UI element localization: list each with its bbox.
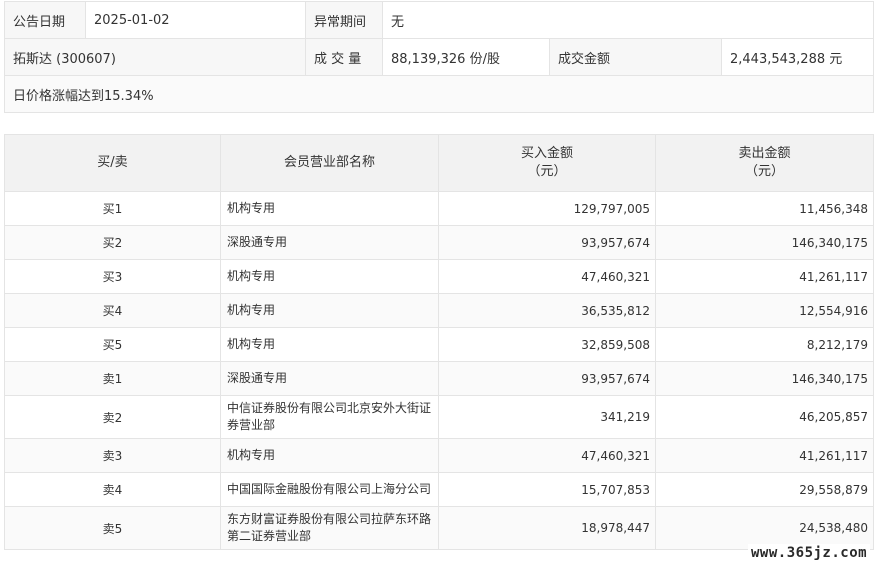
table-row: 卖1 深股通专用 93,957,674 146,340,175 [4,361,874,396]
row-buy-amount: 36,535,812 [438,293,656,328]
broker-trades-table: 买/卖 会员营业部名称 买入金额 （元） 卖出金额 （元） 买1 机构专用 12… [4,134,874,550]
notice-row-reason: 日价格涨幅达到15.34% [3,75,875,113]
table-row: 买3 机构专用 47,460,321 41,261,117 [4,259,874,294]
table-row: 卖3 机构专用 47,460,321 41,261,117 [4,438,874,473]
notice-row-volume: 拓斯达 (300607) 成 交 量 88,139,326 份/股 成交金额 2… [4,38,875,76]
row-buy-amount: 15,707,853 [438,472,656,507]
stock-name: 拓斯达 (300607) [4,38,306,76]
row-sell-amount: 11,456,348 [655,191,874,226]
table-header-row: 买/卖 会员营业部名称 买入金额 （元） 卖出金额 （元） [4,134,874,192]
row-sell-amount: 8,212,179 [655,327,874,362]
row-side: 卖2 [4,395,221,439]
abnormal-reason: 日价格涨幅达到15.34% [3,75,875,113]
row-side: 卖5 [4,506,221,550]
table-row: 卖5 东方财富证券股份有限公司拉萨东环路第二证券营业部 18,978,447 2… [4,506,874,550]
abnormal-period-value: 无 [381,1,875,39]
row-side: 卖3 [4,438,221,473]
row-buy-amount: 93,957,674 [438,361,656,396]
row-side: 买1 [4,191,221,226]
volume-value: 88,139,326 份/股 [382,38,550,76]
header-buy-amount-unit: （元） [527,164,567,179]
header-side: 买/卖 [4,134,221,192]
header-buy-amount: 买入金额 （元） [438,134,656,192]
site-watermark: www.365jz.com [748,544,871,562]
row-sell-amount: 146,340,175 [655,361,874,396]
table-row: 买1 机构专用 129,797,005 11,456,348 [4,191,874,226]
row-member: 机构专用 [220,259,439,294]
header-buy-amount-title: 买入金额 [520,146,573,161]
row-side: 买3 [4,259,221,294]
header-sell-amount: 卖出金额 （元） [655,134,874,192]
row-side: 买2 [4,225,221,260]
abnormal-period-label: 异常期间 [305,1,383,39]
row-side: 买4 [4,293,221,328]
row-side: 卖4 [4,472,221,507]
header-member: 会员营业部名称 [220,134,439,192]
amount-label: 成交金额 [549,38,722,76]
row-member: 深股通专用 [220,225,439,260]
row-buy-amount: 47,460,321 [438,438,656,473]
row-sell-amount: 146,340,175 [655,225,874,260]
table-row: 买5 机构专用 32,859,508 8,212,179 [4,327,874,362]
row-member: 中信证券股份有限公司北京安外大街证券营业部 [220,395,439,439]
table-row: 卖4 中国国际金融股份有限公司上海分公司 15,707,853 29,558,8… [4,472,874,507]
row-side: 买5 [4,327,221,362]
row-buy-amount: 93,957,674 [438,225,656,260]
volume-label: 成 交 量 [305,38,383,76]
notice-info-table: 公告日期 2025-01-02 异常期间 无 拓斯达 (300607) 成 交 … [3,1,875,113]
row-member: 机构专用 [220,293,439,328]
notice-row-date: 公告日期 2025-01-02 异常期间 无 [4,1,875,39]
row-buy-amount: 47,460,321 [438,259,656,294]
row-buy-amount: 341,219 [438,395,656,439]
row-buy-amount: 32,859,508 [438,327,656,362]
row-sell-amount: 12,554,916 [655,293,874,328]
header-sell-amount-title: 卖出金额 [738,146,791,161]
row-sell-amount: 29,558,879 [655,472,874,507]
row-buy-amount: 18,978,447 [438,506,656,550]
table-row: 买4 机构专用 36,535,812 12,554,916 [4,293,874,328]
notice-date-value: 2025-01-02 [85,1,306,39]
row-member: 东方财富证券股份有限公司拉萨东环路第二证券营业部 [220,506,439,550]
row-sell-amount: 46,205,857 [655,395,874,439]
row-sell-amount: 41,261,117 [655,438,874,473]
row-member: 中国国际金融股份有限公司上海分公司 [220,472,439,507]
amount-value: 2,443,543,288 元 [720,38,875,76]
row-sell-amount: 41,261,117 [655,259,874,294]
row-member: 机构专用 [220,191,439,226]
notice-date-label: 公告日期 [4,1,86,39]
row-member: 深股通专用 [220,361,439,396]
header-sell-amount-unit: （元） [744,164,784,179]
row-member: 机构专用 [220,327,439,362]
table-row: 卖2 中信证券股份有限公司北京安外大街证券营业部 341,219 46,205,… [4,395,874,439]
row-side: 卖1 [4,361,221,396]
row-member: 机构专用 [220,438,439,473]
row-buy-amount: 129,797,005 [438,191,656,226]
table-row: 买2 深股通专用 93,957,674 146,340,175 [4,225,874,260]
